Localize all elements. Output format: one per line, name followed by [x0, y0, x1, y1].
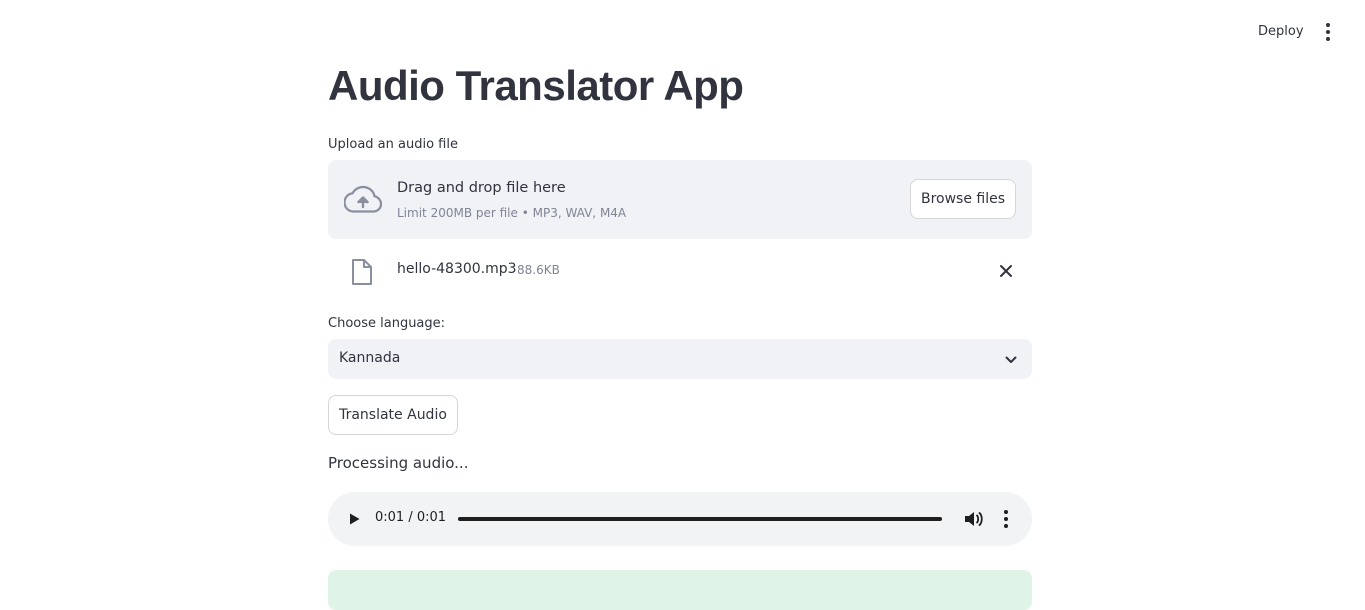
language-select[interactable]: Kannada [328, 339, 1032, 379]
browse-files-button[interactable]: Browse files [910, 179, 1016, 219]
audio-progress-fill [458, 517, 942, 521]
dropzone-subtitle: Limit 200MB per file • MP3, WAV, M4A [397, 206, 627, 220]
kebab-menu-icon[interactable] [1318, 20, 1338, 44]
play-icon[interactable] [338, 503, 370, 535]
status-text: Processing audio... [328, 454, 469, 472]
chevron-down-icon [1005, 356, 1017, 363]
file-dropzone[interactable]: Drag and drop file here Limit 200MB per … [328, 160, 1032, 239]
file-name: hello-48300.mp3 [397, 261, 517, 277]
top-toolbar: Deploy [0, 0, 1365, 60]
uploaded-file-item: hello-48300.mp3 88.6KB [328, 250, 1032, 292]
volume-icon[interactable] [962, 508, 984, 530]
audio-time: 0:01 / 0:01 [375, 510, 447, 525]
language-selected-value: Kannada [339, 350, 401, 366]
audio-player: 0:01 / 0:01 [328, 492, 1032, 546]
success-alert [328, 570, 1032, 610]
page-title: Audio Translator App [328, 62, 744, 109]
audio-more-options-icon[interactable] [998, 508, 1014, 530]
close-icon[interactable] [996, 261, 1016, 281]
cloud-upload-icon [344, 185, 382, 213]
upload-label: Upload an audio file [328, 137, 458, 152]
audio-seek-bar[interactable] [458, 517, 942, 521]
dropzone-title: Drag and drop file here [397, 180, 566, 196]
translate-audio-button[interactable]: Translate Audio [328, 395, 458, 435]
file-icon [352, 259, 372, 285]
deploy-button[interactable]: Deploy [1250, 22, 1312, 41]
file-size: 88.6KB [517, 263, 560, 277]
language-label: Choose language: [328, 316, 446, 331]
